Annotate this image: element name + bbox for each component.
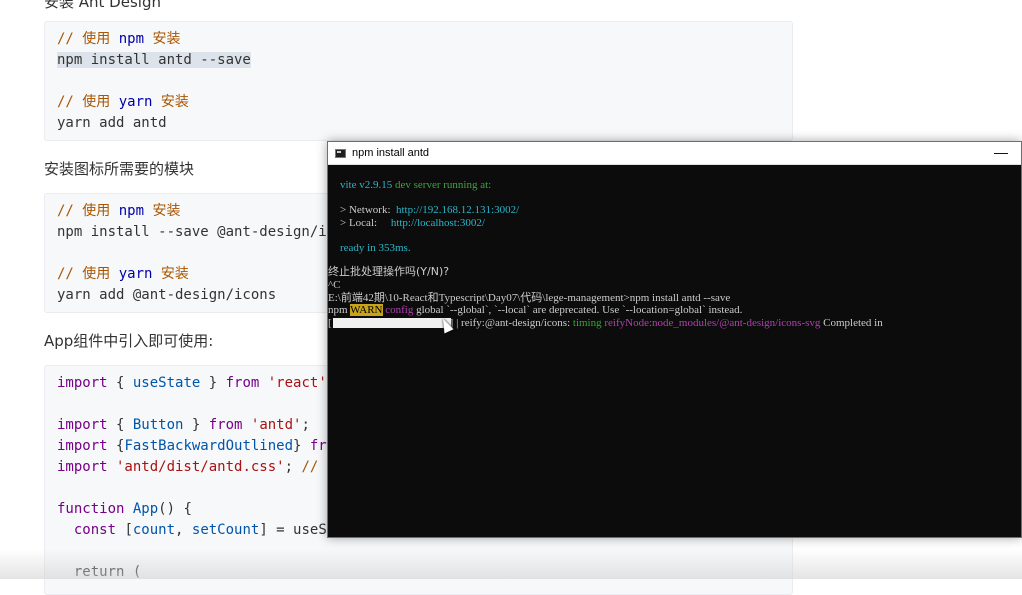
- minimize-button[interactable]: —: [994, 144, 1008, 160]
- ready-message: ready in 353ms.: [340, 242, 411, 254]
- code-comment: // 使用: [57, 203, 119, 219]
- code-keyword: import: [57, 375, 108, 391]
- code-keyword: const: [57, 522, 117, 538]
- bottom-shadow: [0, 549, 1022, 579]
- local-url[interactable]: http://localhost:3002/: [391, 217, 485, 229]
- code-variable: Button: [132, 417, 184, 433]
- code-keyword: npm: [118, 31, 145, 47]
- code-keyword: import: [57, 438, 108, 454]
- network-label: > Network:: [340, 204, 391, 216]
- code-text: }: [183, 417, 209, 433]
- command-line: E:\前端42期\10-React和Typescript\Day07\代码\le…: [328, 292, 731, 304]
- code-line: // 使用 yarn 安装: [57, 264, 189, 285]
- code-keyword: from: [225, 375, 260, 391]
- code-string: 'antd/dist/antd.css': [107, 459, 285, 475]
- terminal-titlebar[interactable]: npm install antd —: [328, 142, 1021, 165]
- code-comment: 安装: [144, 31, 181, 47]
- warn-config: config: [382, 304, 414, 316]
- code-line: npm install antd --save: [57, 50, 251, 71]
- terminal-line: vite v2.9.15 dev server running at:: [340, 179, 491, 191]
- network-url[interactable]: http://192.168.12.131:3002/: [396, 204, 519, 216]
- code-comment: 安装: [152, 94, 189, 110]
- code-block-install-antd[interactable]: // 使用 npm 安装 npm install antd --save // …: [44, 21, 793, 141]
- code-keyword: import: [57, 417, 108, 433]
- code-comment: 安装: [152, 266, 189, 282]
- code-text: ;: [284, 459, 302, 475]
- code-keyword: npm: [118, 203, 145, 219]
- code-text: () {: [158, 501, 192, 517]
- paragraph-app: App组件中引入即可使用:: [44, 332, 214, 350]
- progress-line: [ ] | reify:@ant-design/icons: timing rei…: [328, 317, 883, 329]
- code-text: {: [107, 438, 125, 454]
- code-line: import 'antd/dist/antd.css'; // or: [57, 457, 344, 478]
- local-label: > Local:: [340, 217, 378, 229]
- code-text: }: [200, 375, 226, 391]
- code-variable: useState: [132, 375, 201, 391]
- code-line: import {FastBackwardOutlined} from: [57, 436, 344, 457]
- warn-message: global `--global`, `--local` are depreca…: [413, 304, 743, 316]
- vite-message: dev server running at:: [392, 179, 492, 191]
- reify-path: reifyNode:node_modules/@ant-design/icons…: [604, 317, 821, 329]
- code-line: import { useState } from 'react': [57, 373, 327, 394]
- code-text: }: [293, 438, 310, 454]
- code-keyword: function: [57, 501, 125, 517]
- code-string: 'antd': [242, 417, 302, 433]
- code-text-highlighted: npm install antd --save: [57, 52, 251, 68]
- code-line: import { Button } from 'antd';: [57, 415, 310, 436]
- section-heading: 安装 Ant Design: [44, 0, 161, 11]
- code-line: const [count, setCount] = useSta: [57, 520, 344, 541]
- code-line: // 使用 npm 安装: [57, 29, 180, 50]
- ctrl-c: ^C: [328, 279, 341, 291]
- code-variable: setCount: [191, 522, 260, 538]
- vite-version: vite v2.9.15: [340, 179, 393, 191]
- terminal-window[interactable]: npm install antd — vite v2.9.15 dev serv…: [327, 141, 1022, 538]
- terminal-line: > Local: http://localhost:3002/: [340, 217, 485, 229]
- code-line: function App() {: [57, 499, 192, 520]
- warn-tag: WARN: [350, 304, 383, 316]
- progress-open: [: [328, 317, 332, 329]
- code-comment: // 使用: [57, 266, 119, 282]
- code-keyword: yarn: [118, 94, 153, 110]
- warn-line: npm WARN config global `--global`, `--lo…: [328, 304, 742, 316]
- terminate-prompt: 终止批处理操作吗(Y/N)?: [328, 265, 450, 278]
- timing-word: timing: [572, 317, 602, 329]
- warn-npm: npm: [328, 304, 351, 316]
- code-comment: // 使用: [57, 31, 119, 47]
- code-text: ;: [301, 417, 310, 433]
- completed-text: Completed in: [820, 317, 883, 329]
- paragraph-icons: 安装图标所需要的模块: [44, 160, 195, 178]
- code-variable: count: [132, 522, 176, 538]
- code-text: ,: [175, 522, 192, 538]
- code-variable: FastBackwardOutlined: [124, 438, 294, 454]
- code-comment: // 使用: [57, 94, 119, 110]
- progress-status: ] | reify:@ant-design/icons:: [449, 317, 573, 329]
- code-line: // 使用 npm 安装: [57, 201, 180, 222]
- terminal-line: > Network: http://192.168.12.131:3002/: [340, 204, 519, 216]
- terminal-title: npm install antd: [352, 147, 430, 159]
- code-text: {: [107, 375, 133, 391]
- code-line: yarn add @ant-design/icons: [57, 287, 277, 303]
- terminal-icon: [335, 149, 346, 158]
- code-line: yarn add antd: [57, 115, 167, 131]
- code-keyword: import: [57, 459, 108, 475]
- code-string: 'react': [259, 375, 327, 391]
- code-line: // 使用 yarn 安装: [57, 92, 189, 113]
- code-text: [: [116, 522, 133, 538]
- code-keyword: from: [208, 417, 243, 433]
- code-text: {: [107, 417, 133, 433]
- code-keyword: yarn: [118, 266, 153, 282]
- code-comment: 安装: [144, 203, 181, 219]
- code-variable: App: [124, 501, 159, 517]
- code-line: npm install --save @ant-design/icons: [57, 224, 361, 240]
